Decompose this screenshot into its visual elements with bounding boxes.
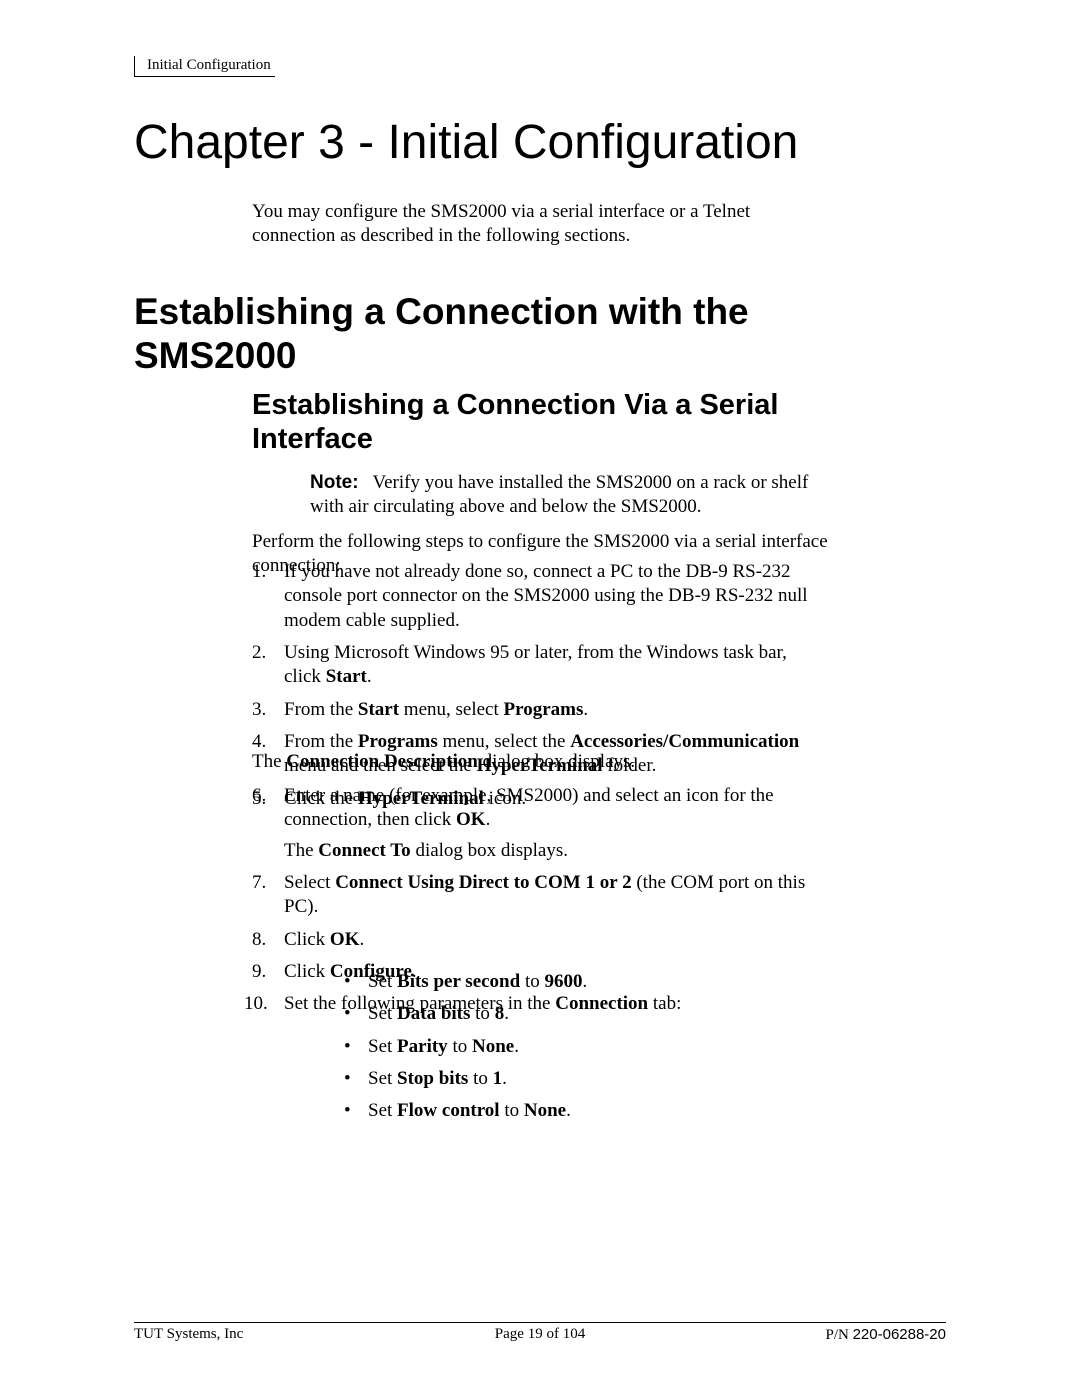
list-item: 1. If you have not already done so, conn… <box>252 560 828 633</box>
list-number: 10. <box>244 992 280 1016</box>
page-footer: TUT Systems, Inc Page 19 of 104 P/N 220-… <box>134 1325 946 1345</box>
footer-left: TUT Systems, Inc <box>134 1325 243 1345</box>
footer-right: P/N 220-06288-20 <box>825 1325 946 1345</box>
list-number: 8. <box>252 928 280 952</box>
note-block: Note: Verify you have installed the SMS2… <box>310 471 828 520</box>
list-text: Enter a name (for example, SMS2000) and … <box>284 785 774 830</box>
bullet-list: Set Bits per second to 9600. Set Data bi… <box>336 970 828 1132</box>
running-header-text: Initial Configuration <box>134 56 275 77</box>
list-number: 7. <box>252 871 280 895</box>
bullet-item: Set Data bits to 8. <box>336 1002 828 1026</box>
intro-paragraph: You may configure the SMS2000 via a seri… <box>252 200 828 249</box>
subsection-heading: Establishing a Connection Via a Serial I… <box>252 388 854 456</box>
running-header: Initial Configuration <box>134 52 946 77</box>
dialog-line-1: The Connection Description dialog box di… <box>252 750 854 774</box>
list-item: 3. From the Start menu, select Programs. <box>252 698 828 722</box>
section-heading: Establishing a Connection with the SMS20… <box>134 290 880 377</box>
list-text: If you have not already done so, connect… <box>284 561 808 631</box>
list-number: 2. <box>252 641 280 665</box>
document-page: Initial Configuration Chapter 3 - Initia… <box>0 0 1080 1397</box>
ordered-list-a: 1. If you have not already done so, conn… <box>252 560 828 819</box>
list-text: Click OK. <box>284 929 364 950</box>
footer-rule <box>134 1322 946 1323</box>
bullet-item: Set Flow control to None. <box>336 1099 828 1123</box>
list-item: 7. Select Connect Using Direct to COM 1 … <box>252 871 828 920</box>
list-item: 8. Click OK. <box>252 928 828 952</box>
list-item: 2. Using Microsoft Windows 95 or later, … <box>252 641 828 690</box>
list-text: From the Start menu, select Programs. <box>284 699 588 720</box>
list-number: 9. <box>252 960 280 984</box>
list-text: Using Microsoft Windows 95 or later, fro… <box>284 642 787 687</box>
list-number: 6. <box>252 784 280 808</box>
chapter-title: Chapter 3 - Initial Configuration <box>134 112 798 173</box>
note-label: Note: <box>310 472 359 493</box>
bullet-item: Set Bits per second to 9600. <box>336 970 828 994</box>
footer-center: Page 19 of 104 <box>134 1325 946 1344</box>
bullet-item: Set Stop bits to 1. <box>336 1067 828 1091</box>
bullet-item: Set Parity to None. <box>336 1035 828 1059</box>
note-body: Verify you have installed the SMS2000 on… <box>310 472 808 517</box>
list-item: 6. Enter a name (for example, SMS2000) a… <box>252 784 828 863</box>
list-text: Select Connect Using Direct to COM 1 or … <box>284 872 805 917</box>
list-number: 1. <box>252 560 280 584</box>
list-number: 3. <box>252 698 280 722</box>
list-item-sub: The Connect To dialog box displays. <box>284 839 828 863</box>
